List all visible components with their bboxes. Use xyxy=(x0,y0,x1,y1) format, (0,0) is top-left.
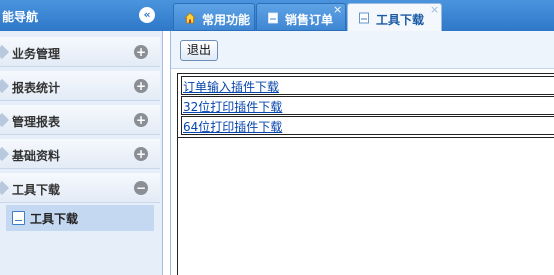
document-icon xyxy=(12,211,25,225)
print-plugin-64bit-download-link[interactable]: 64位打印插件下载 xyxy=(183,118,282,135)
tab-label: 常用功能 xyxy=(202,13,251,27)
table-row: 32位打印插件下载 xyxy=(181,96,554,115)
diamond-icon xyxy=(0,146,10,162)
home-icon xyxy=(184,12,196,24)
nav-title: 能导航 xyxy=(2,10,39,24)
order-input-plugin-download-link[interactable]: 订单输入插件下载 xyxy=(183,78,279,95)
top-header-bar: 能导航 « 常用功能 销售订单 × 工具下载 × xyxy=(0,0,554,31)
expand-icon[interactable]: + xyxy=(134,147,148,161)
sidebar-item-basic-data[interactable]: 基础资料 + xyxy=(0,139,160,169)
sidebar-subitem-label: 工具下载 xyxy=(30,212,79,226)
expand-icon[interactable]: + xyxy=(134,79,148,93)
close-icon[interactable]: × xyxy=(430,3,439,16)
sidebar-item-business[interactable]: 业务管理 + xyxy=(0,37,160,67)
tab-label: 工具下载 xyxy=(376,13,425,27)
sidebar-item-label: 工具下载 xyxy=(12,183,61,197)
diamond-icon xyxy=(0,44,10,60)
sidebar: 业务管理 + 报表统计 + 管理报表 + 基础资料 + 工具下载 − 工具下载 xyxy=(0,31,163,275)
sidebar-item-management-reports[interactable]: 管理报表 + xyxy=(0,105,160,135)
sidebar-item-tool-download[interactable]: 工具下载 − xyxy=(0,173,160,203)
sidebar-item-label: 业务管理 xyxy=(12,47,61,61)
tab-label: 销售订单 xyxy=(285,13,334,27)
print-plugin-32bit-download-link[interactable]: 32位打印插件下载 xyxy=(183,98,282,115)
collapse-icon[interactable]: − xyxy=(134,181,148,195)
table-row: 64位打印插件下载 xyxy=(181,116,554,135)
expand-icon[interactable]: + xyxy=(134,45,148,59)
document-icon xyxy=(359,12,369,24)
sidebar-item-reports[interactable]: 报表统计 + xyxy=(0,71,160,101)
diamond-icon xyxy=(0,180,10,196)
sidebar-item-label: 报表统计 xyxy=(12,81,61,95)
expand-icon[interactable]: + xyxy=(134,113,148,127)
collapse-sidebar-icon[interactable]: « xyxy=(139,7,155,23)
nav-title-bar: 能导航 « xyxy=(0,0,163,31)
tab-common-functions[interactable]: 常用功能 xyxy=(173,3,255,31)
diamond-icon xyxy=(0,78,10,94)
content-panel: 退出 订单输入插件下载 32位打印插件下载 64位打印插件下载 xyxy=(170,31,554,275)
toolbar: 退出 xyxy=(171,31,554,69)
tab-tool-download[interactable]: 工具下载 × xyxy=(347,3,442,31)
close-icon[interactable]: × xyxy=(333,3,342,16)
download-link-table: 订单输入插件下载 32位打印插件下载 64位打印插件下载 xyxy=(177,73,554,138)
app-window: 能导航 « 常用功能 销售订单 × 工具下载 × 业务管理 + 报表统计 + 管… xyxy=(0,0,554,275)
sidebar-item-label: 基础资料 xyxy=(12,149,61,163)
document-icon xyxy=(268,12,278,24)
divider xyxy=(177,138,178,275)
table-row: 订单输入插件下载 xyxy=(181,76,554,95)
sidebar-subitem-tool-download[interactable]: 工具下载 xyxy=(6,205,154,231)
sidebar-item-label: 管理报表 xyxy=(12,115,61,129)
tab-sales-order[interactable]: 销售订单 × xyxy=(256,3,346,31)
exit-button[interactable]: 退出 xyxy=(180,40,218,61)
diamond-icon xyxy=(0,112,10,128)
